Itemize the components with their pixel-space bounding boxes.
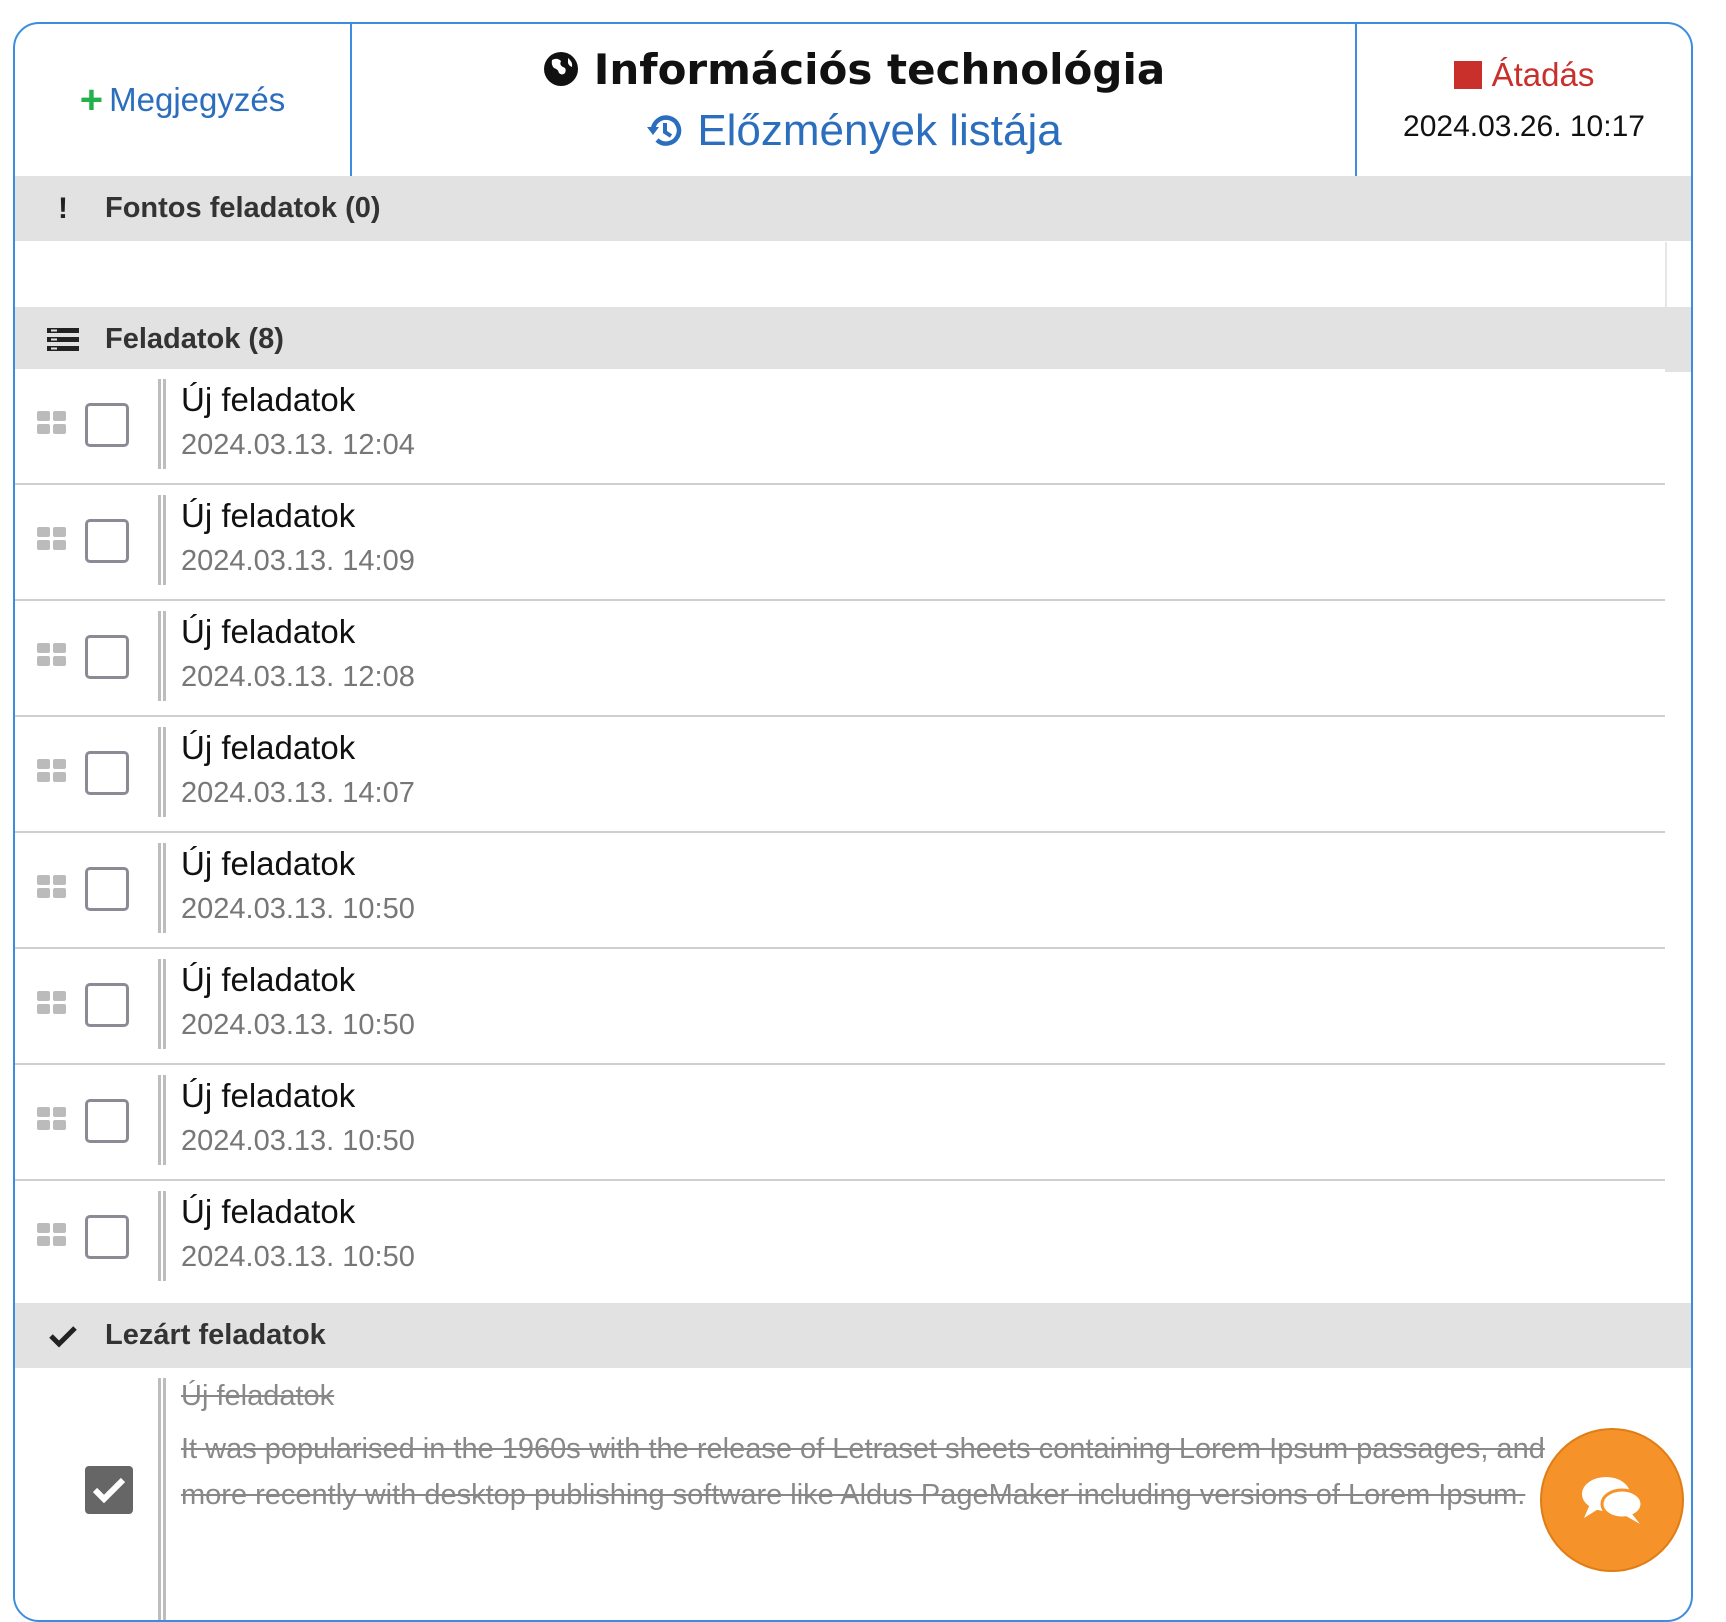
closed-task-title: Új feladatok: [181, 1380, 335, 1412]
closed-task-checkbox[interactable]: [85, 1466, 133, 1514]
task-title: Új feladatok: [181, 381, 356, 418]
drag-handle-icon[interactable]: [37, 1107, 67, 1131]
task-row[interactable]: Új feladatok 2024.03.13. 10:50: [15, 1181, 1665, 1295]
handover-date: 2024.03.26. 10:17: [1403, 110, 1645, 143]
panel-header: + Megjegyzés Információs technológia Elő…: [15, 24, 1691, 178]
globe-icon: [543, 52, 578, 86]
section-tasks-label: Feladatok (8): [105, 323, 284, 355]
drag-handle-icon[interactable]: [37, 527, 67, 551]
exclamation-icon: !: [58, 191, 68, 225]
divider: [158, 727, 166, 817]
divider: [158, 611, 166, 701]
task-row[interactable]: Új feladatok 2024.03.13. 12:08: [15, 601, 1665, 717]
task-checkbox[interactable]: [85, 867, 129, 911]
divider: [158, 1075, 166, 1165]
page-title: Információs technológia: [593, 44, 1166, 94]
stop-icon: [1453, 61, 1482, 89]
task-title: Új feladatok: [181, 729, 356, 766]
task-date: 2024.03.13. 12:04: [181, 429, 415, 461]
important-tasks-list: [15, 242, 1667, 307]
drag-handle-icon[interactable]: [37, 411, 67, 435]
task-title: Új feladatok: [181, 613, 356, 650]
checkmark-icon: [43, 1324, 83, 1348]
handover-button[interactable]: Átadás: [1453, 56, 1595, 94]
task-panel: + Megjegyzés Információs technológia Elő…: [13, 22, 1693, 1622]
chat-bubbles-icon: [1582, 1477, 1644, 1524]
handover-label: Átadás: [1491, 56, 1595, 93]
task-title: Új feladatok: [181, 845, 356, 882]
task-date: 2024.03.13. 12:08: [181, 661, 415, 693]
task-checkbox[interactable]: [85, 635, 129, 679]
chat-button[interactable]: [1540, 1428, 1684, 1572]
header-title-area: Információs technológia Előzmények listá…: [352, 24, 1357, 176]
task-date: 2024.03.13. 10:50: [181, 1241, 415, 1273]
handover-area: Átadás 2024.03.26. 10:17: [1357, 24, 1691, 176]
task-row[interactable]: Új feladatok 2024.03.13. 14:07: [15, 717, 1665, 833]
task-row[interactable]: Új feladatok 2024.03.13. 10:50: [15, 1065, 1665, 1181]
task-title: Új feladatok: [181, 1077, 356, 1114]
drag-handle-icon[interactable]: [37, 759, 67, 783]
list-icon: [43, 327, 83, 353]
task-date: 2024.03.13. 14:09: [181, 545, 415, 577]
task-list: Új feladatok 2024.03.13. 12:04 Új felada…: [15, 369, 1665, 1295]
drag-handle-icon[interactable]: [37, 1223, 67, 1247]
history-label: Előzmények listája: [697, 105, 1062, 155]
drag-handle-icon[interactable]: [37, 643, 67, 667]
task-title: Új feladatok: [181, 1193, 356, 1230]
divider: [158, 1191, 166, 1281]
section-tasks[interactable]: Feladatok (8): [15, 307, 1691, 372]
task-date: 2024.03.13. 10:50: [181, 893, 415, 925]
closed-task-description: It was popularised in the 1960s with the…: [181, 1433, 1545, 1511]
add-note-button[interactable]: + Megjegyzés: [15, 24, 352, 176]
task-date: 2024.03.13. 14:07: [181, 777, 415, 809]
task-checkbox[interactable]: [85, 1099, 129, 1143]
task-checkbox[interactable]: [85, 983, 129, 1027]
task-row[interactable]: Új feladatok 2024.03.13. 10:50: [15, 949, 1665, 1065]
task-title: Új feladatok: [181, 497, 356, 534]
history-list-link[interactable]: Előzmények listája: [645, 105, 1062, 156]
drag-handle-icon[interactable]: [37, 991, 67, 1015]
section-closed-label: Lezárt feladatok: [105, 1319, 326, 1351]
section-important[interactable]: ! Fontos feladatok (0): [15, 176, 1691, 241]
task-checkbox[interactable]: [85, 519, 129, 563]
task-row[interactable]: Új feladatok 2024.03.13. 14:09: [15, 485, 1665, 601]
task-row[interactable]: Új feladatok 2024.03.13. 10:50: [15, 833, 1665, 949]
task-date: 2024.03.13. 10:50: [181, 1125, 415, 1157]
section-important-label: Fontos feladatok (0): [105, 192, 381, 224]
task-checkbox[interactable]: [85, 1215, 129, 1259]
plus-icon: +: [79, 78, 104, 122]
page-title-row: Információs technológia: [542, 45, 1165, 94]
check-icon: [92, 1477, 126, 1504]
divider: [158, 1378, 166, 1620]
task-date: 2024.03.13. 10:50: [181, 1009, 415, 1041]
closed-task-row[interactable]: Új feladatok It was popularised in the 1…: [15, 1368, 1665, 1620]
task-checkbox[interactable]: [85, 751, 129, 795]
divider: [158, 959, 166, 1049]
history-icon: [647, 114, 682, 146]
divider: [158, 379, 166, 469]
task-checkbox[interactable]: [85, 403, 129, 447]
section-closed[interactable]: Lezárt feladatok: [15, 1303, 1691, 1368]
task-row[interactable]: Új feladatok 2024.03.13. 12:04: [15, 369, 1665, 485]
divider: [158, 843, 166, 933]
divider: [158, 495, 166, 585]
add-note-label: Megjegyzés: [109, 81, 286, 118]
task-title: Új feladatok: [181, 961, 356, 998]
drag-handle-icon[interactable]: [37, 875, 67, 899]
